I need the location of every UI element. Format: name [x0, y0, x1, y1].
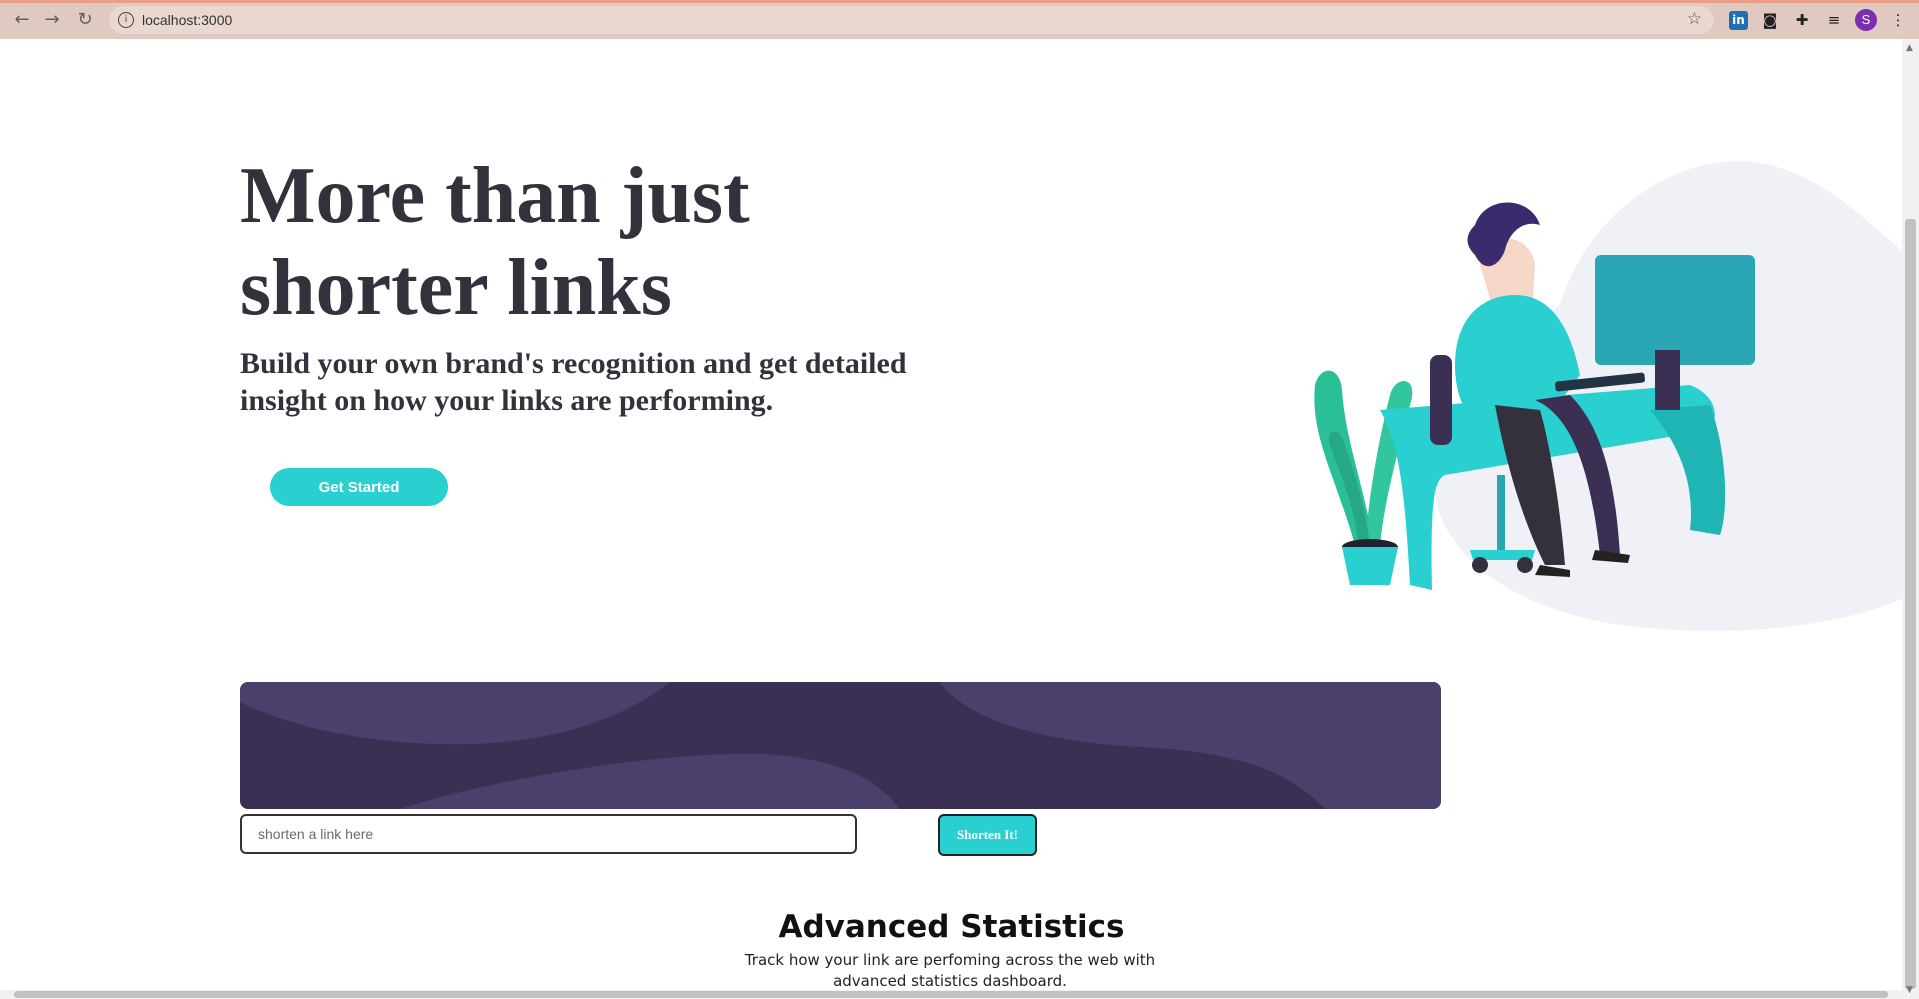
forward-arrow-icon[interactable]: → [42, 10, 62, 30]
profile-avatar[interactable]: S [1855, 9, 1877, 31]
reading-list-icon[interactable]: ≡ [1823, 9, 1845, 31]
statistics-description: Track how your link are perfoming across… [744, 951, 1156, 990]
menu-kebab-icon[interactable]: ⋮ [1887, 9, 1909, 31]
site-info-icon[interactable]: i [118, 12, 134, 28]
bookmark-star-icon[interactable]: ☆ [1687, 9, 1702, 29]
browser-toolbar: ← → ↻ i localhost:3000 ☆ in ◙ ✚ ≡ S ⋮ [0, 0, 1919, 39]
scroll-up-arrow-icon[interactable]: ▲ [1906, 43, 1913, 53]
horizontal-scrollbar[interactable] [0, 990, 1902, 999]
vertical-scroll-thumb[interactable] [1905, 219, 1916, 989]
shorten-banner-background [240, 682, 1441, 809]
get-started-button[interactable]: Get Started [270, 468, 448, 506]
address-url[interactable]: localhost:3000 [142, 12, 232, 28]
hero-title: More than just shorter links [240, 152, 750, 332]
scroll-down-arrow-icon[interactable]: ▼ [1906, 985, 1913, 995]
back-arrow-icon[interactable]: ← [12, 10, 32, 30]
vertical-scrollbar[interactable]: ▲ ▼ [1902, 39, 1919, 999]
working-person-illustration [1314, 161, 1919, 631]
banner-wave-pattern [240, 682, 1441, 809]
tab-strip-edge [0, 0, 1919, 3]
statistics-heading: Advanced Statistics [778, 909, 1125, 945]
shorten-url-input[interactable] [240, 814, 857, 854]
reload-icon[interactable]: ↻ [75, 10, 95, 30]
address-bar[interactable]: i localhost:3000 ☆ [109, 6, 1714, 34]
puzzle-icon[interactable]: ✚ [1791, 9, 1813, 31]
horizontal-scroll-thumb[interactable] [14, 991, 1888, 998]
media-extension-icon[interactable]: ◙ [1759, 9, 1781, 31]
linkedin-extension-icon[interactable]: in [1729, 11, 1748, 30]
hero-subtitle: Build your own brand's recognition and g… [240, 347, 907, 417]
shorten-it-button[interactable]: Shorten It! [938, 814, 1037, 856]
